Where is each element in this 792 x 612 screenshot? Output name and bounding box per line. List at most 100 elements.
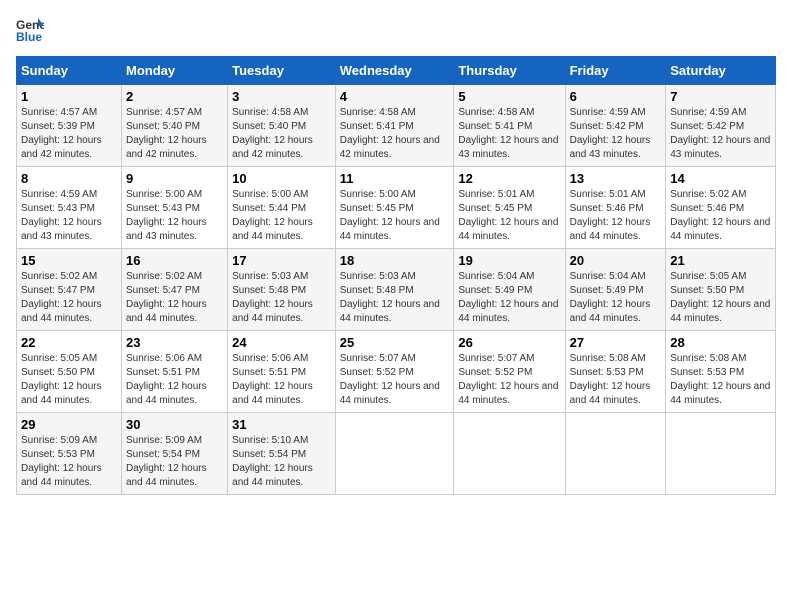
day-info: Sunrise: 5:02 AMSunset: 5:46 PMDaylight:… [670, 188, 771, 244]
day-info: Sunrise: 5:03 AMSunset: 5:48 PMDaylight:… [340, 270, 450, 326]
header-row: SundayMondayTuesdayWednesdayThursdayFrid… [17, 57, 776, 85]
logo-icon: General Blue [16, 16, 44, 44]
day-number: 20 [570, 253, 662, 268]
calendar-cell: 26Sunrise: 5:07 AMSunset: 5:52 PMDayligh… [454, 331, 565, 413]
calendar-cell: 5 Sunrise: 4:58 AMSunset: 5:41 PMDaylight… [454, 85, 565, 167]
header-day-tuesday: Tuesday [228, 57, 336, 85]
day-number: 9 [126, 171, 223, 186]
calendar-cell: 23 Sunrise: 5:06 AMSunset: 5:51 PMDayligh… [121, 331, 227, 413]
day-info: Sunrise: 5:01 AMSunset: 5:45 PMDaylight:… [458, 188, 560, 244]
week-row-1: 1 Sunrise: 4:57 AMSunset: 5:39 PMDaylight… [17, 85, 776, 167]
day-number: 29 [21, 417, 117, 432]
day-number: 13 [570, 171, 662, 186]
calendar-cell: 7 Sunrise: 4:59 AMSunset: 5:42 PMDaylight… [666, 85, 776, 167]
day-number: 11 [340, 171, 450, 186]
day-info: Sunrise: 5:03 AMSunset: 5:48 PMDaylight:… [232, 270, 331, 326]
day-info: Sunrise: 5:02 AMSunset: 5:47 PMDaylight:… [126, 270, 223, 326]
day-number: 19 [458, 253, 560, 268]
calendar-cell [335, 413, 454, 495]
svg-text:Blue: Blue [16, 30, 42, 44]
day-number: 16 [126, 253, 223, 268]
day-info: Sunrise: 4:59 AMSunset: 5:42 PMDaylight:… [670, 106, 771, 162]
header-day-thursday: Thursday [454, 57, 565, 85]
day-info: Sunrise: 5:07 AMSunset: 5:52 PMDaylight:… [458, 352, 560, 408]
calendar-cell: 14 Sunrise: 5:02 AMSunset: 5:46 PMDayligh… [666, 167, 776, 249]
calendar-cell: 2 Sunrise: 4:57 AMSunset: 5:40 PMDaylight… [121, 85, 227, 167]
calendar-cell [454, 413, 565, 495]
calendar-cell: 3 Sunrise: 4:58 AMSunset: 5:40 PMDaylight… [228, 85, 336, 167]
day-number: 21 [670, 253, 771, 268]
day-number: 1 [21, 89, 117, 104]
day-info: Sunrise: 4:57 AMSunset: 5:39 PMDaylight:… [21, 106, 117, 162]
week-row-5: 29Sunrise: 5:09 AMSunset: 5:53 PMDayligh… [17, 413, 776, 495]
day-info: Sunrise: 5:06 AMSunset: 5:51 PMDaylight:… [232, 352, 331, 408]
calendar-cell: 10Sunrise: 5:00 AMSunset: 5:44 PMDayligh… [228, 167, 336, 249]
calendar-cell: 8 Sunrise: 4:59 AMSunset: 5:43 PMDaylight… [17, 167, 122, 249]
day-info: Sunrise: 5:08 AMSunset: 5:53 PMDaylight:… [570, 352, 662, 408]
day-info: Sunrise: 5:00 AMSunset: 5:45 PMDaylight:… [340, 188, 450, 244]
day-number: 8 [21, 171, 117, 186]
day-info: Sunrise: 5:07 AMSunset: 5:52 PMDaylight:… [340, 352, 450, 408]
calendar-cell: 4 Sunrise: 4:58 AMSunset: 5:41 PMDaylight… [335, 85, 454, 167]
day-info: Sunrise: 4:58 AMSunset: 5:41 PMDaylight:… [458, 106, 560, 162]
header-day-friday: Friday [565, 57, 666, 85]
day-number: 23 [126, 335, 223, 350]
calendar-cell [565, 413, 666, 495]
day-number: 17 [232, 253, 331, 268]
day-number: 3 [232, 89, 331, 104]
day-number: 22 [21, 335, 117, 350]
week-row-4: 22 Sunrise: 5:05 AMSunset: 5:50 PMDayligh… [17, 331, 776, 413]
header-day-sunday: Sunday [17, 57, 122, 85]
calendar-cell: 25Sunrise: 5:07 AMSunset: 5:52 PMDayligh… [335, 331, 454, 413]
day-number: 7 [670, 89, 771, 104]
calendar-cell: 18 Sunrise: 5:03 AMSunset: 5:48 PMDayligh… [335, 249, 454, 331]
day-number: 28 [670, 335, 771, 350]
day-info: Sunrise: 4:58 AMSunset: 5:40 PMDaylight:… [232, 106, 331, 162]
header-day-wednesday: Wednesday [335, 57, 454, 85]
calendar-cell: 6 Sunrise: 4:59 AMSunset: 5:42 PMDaylight… [565, 85, 666, 167]
day-info: Sunrise: 4:57 AMSunset: 5:40 PMDaylight:… [126, 106, 223, 162]
day-number: 4 [340, 89, 450, 104]
day-info: Sunrise: 5:08 AMSunset: 5:53 PMDaylight:… [670, 352, 771, 408]
day-number: 18 [340, 253, 450, 268]
day-info: Sunrise: 5:02 AMSunset: 5:47 PMDaylight:… [21, 270, 117, 326]
calendar-cell: 22 Sunrise: 5:05 AMSunset: 5:50 PMDayligh… [17, 331, 122, 413]
day-info: Sunrise: 5:04 AMSunset: 5:49 PMDaylight:… [458, 270, 560, 326]
day-info: Sunrise: 5:04 AMSunset: 5:49 PMDaylight:… [570, 270, 662, 326]
day-number: 6 [570, 89, 662, 104]
calendar-cell: 24 Sunrise: 5:06 AMSunset: 5:51 PMDayligh… [228, 331, 336, 413]
calendar-cell: 17 Sunrise: 5:03 AMSunset: 5:48 PMDayligh… [228, 249, 336, 331]
day-number: 15 [21, 253, 117, 268]
calendar-cell: 13 Sunrise: 5:01 AMSunset: 5:46 PMDayligh… [565, 167, 666, 249]
week-row-3: 15 Sunrise: 5:02 AMSunset: 5:47 PMDayligh… [17, 249, 776, 331]
day-number: 14 [670, 171, 771, 186]
calendar-cell: 28 Sunrise: 5:08 AMSunset: 5:53 PMDayligh… [666, 331, 776, 413]
day-info: Sunrise: 5:01 AMSunset: 5:46 PMDaylight:… [570, 188, 662, 244]
day-info: Sunrise: 4:59 AMSunset: 5:42 PMDaylight:… [570, 106, 662, 162]
day-number: 12 [458, 171, 560, 186]
header-day-monday: Monday [121, 57, 227, 85]
day-number: 24 [232, 335, 331, 350]
day-info: Sunrise: 5:10 AMSunset: 5:54 PMDaylight:… [232, 434, 331, 490]
calendar-cell: 27Sunrise: 5:08 AMSunset: 5:53 PMDayligh… [565, 331, 666, 413]
calendar-cell: 31Sunrise: 5:10 AMSunset: 5:54 PMDayligh… [228, 413, 336, 495]
week-row-2: 8 Sunrise: 4:59 AMSunset: 5:43 PMDaylight… [17, 167, 776, 249]
day-info: Sunrise: 5:06 AMSunset: 5:51 PMDaylight:… [126, 352, 223, 408]
day-info: Sunrise: 4:58 AMSunset: 5:41 PMDaylight:… [340, 106, 450, 162]
calendar-cell: 20 Sunrise: 5:04 AMSunset: 5:49 PMDayligh… [565, 249, 666, 331]
header-day-saturday: Saturday [666, 57, 776, 85]
day-number: 5 [458, 89, 560, 104]
calendar-cell: 11 Sunrise: 5:00 AMSunset: 5:45 PMDayligh… [335, 167, 454, 249]
calendar-cell [666, 413, 776, 495]
calendar-cell: 29Sunrise: 5:09 AMSunset: 5:53 PMDayligh… [17, 413, 122, 495]
calendar-cell: 12 Sunrise: 5:01 AMSunset: 5:45 PMDayligh… [454, 167, 565, 249]
day-info: Sunrise: 5:09 AMSunset: 5:54 PMDaylight:… [126, 434, 223, 490]
day-info: Sunrise: 5:05 AMSunset: 5:50 PMDaylight:… [21, 352, 117, 408]
day-number: 30 [126, 417, 223, 432]
day-number: 2 [126, 89, 223, 104]
calendar-cell: 1 Sunrise: 4:57 AMSunset: 5:39 PMDaylight… [17, 85, 122, 167]
page-header: General Blue [16, 16, 776, 44]
calendar-cell: 19 Sunrise: 5:04 AMSunset: 5:49 PMDayligh… [454, 249, 565, 331]
day-number: 10 [232, 171, 331, 186]
day-info: Sunrise: 4:59 AMSunset: 5:43 PMDaylight:… [21, 188, 117, 244]
